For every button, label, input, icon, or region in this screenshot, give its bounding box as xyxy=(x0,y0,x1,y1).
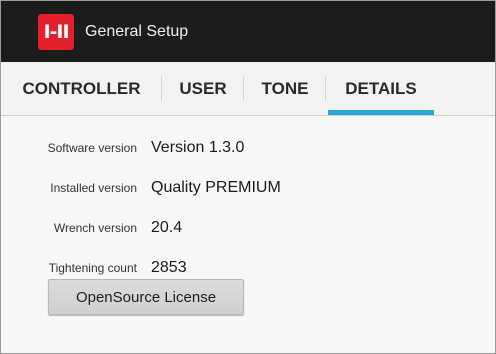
tab-controller[interactable]: CONTROLLER xyxy=(1,62,162,115)
opensource-license-button[interactable]: OpenSource License xyxy=(48,279,244,315)
tab-details[interactable]: DETAILS xyxy=(326,62,436,115)
title-bar: I-II General Setup xyxy=(1,1,495,62)
tightening-count-label: Tightening count xyxy=(48,261,137,275)
tab-user-label: USER xyxy=(179,78,227,98)
tightening-count-value: 2853 xyxy=(151,259,187,276)
details-panel: Software version Version 1.3.0 Installed… xyxy=(1,116,495,315)
tab-user[interactable]: USER xyxy=(162,62,244,115)
detail-row-wrench-version: Wrench version 20.4 xyxy=(1,208,495,248)
software-version-label: Software version xyxy=(47,141,137,155)
software-version-value: Version 1.3.0 xyxy=(151,139,245,156)
tab-tone-label: TONE xyxy=(261,78,309,98)
wrench-version-label: Wrench version xyxy=(53,221,137,235)
tab-controller-label: CONTROLLER xyxy=(22,78,141,98)
tab-details-label: DETAILS xyxy=(345,78,417,98)
tab-bar: CONTROLLER USER TONE DETAILS xyxy=(1,62,495,116)
installed-version-label: Installed version xyxy=(50,181,137,195)
detail-row-installed-version: Installed version Quality PREMIUM xyxy=(1,168,495,208)
detail-row-software-version: Software version Version 1.3.0 xyxy=(1,128,495,168)
app-title: General Setup xyxy=(85,22,189,40)
app-window: I-II General Setup CONTROLLER USER TONE … xyxy=(0,0,496,354)
wrench-version-value: 20.4 xyxy=(151,219,183,236)
app-logo-text: I-II xyxy=(43,20,69,43)
installed-version-value: Quality PREMIUM xyxy=(151,179,281,196)
tab-tone[interactable]: TONE xyxy=(244,62,326,115)
app-logo: I-II xyxy=(38,13,74,50)
active-tab-indicator xyxy=(328,110,434,115)
